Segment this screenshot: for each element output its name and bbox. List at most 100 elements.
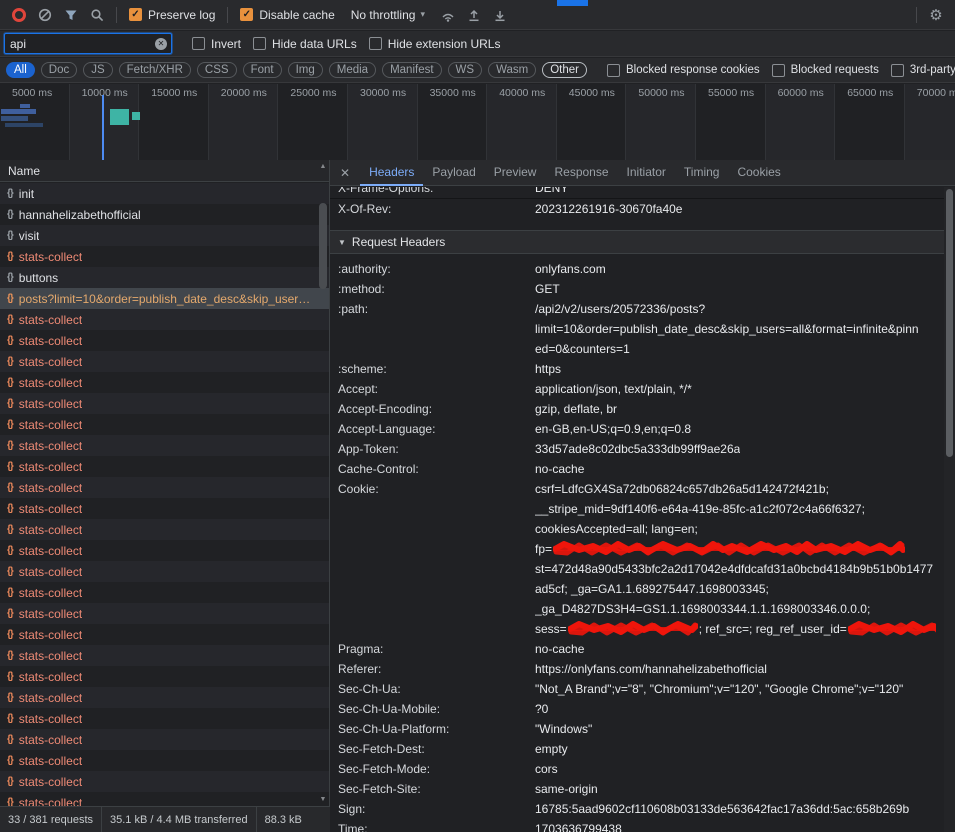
filter-chip-other[interactable]: Other (542, 62, 587, 78)
timeline-tick-label: 10000 ms (82, 87, 128, 99)
request-row[interactable]: {}stats-collect (0, 687, 329, 708)
tab-payload[interactable]: Payload (423, 160, 484, 186)
header-name: Accept: (338, 379, 535, 399)
script-file-icon: {} (7, 671, 13, 682)
header-row: :path:/api2/v2/users/20572336/posts?limi… (330, 299, 944, 359)
request-row[interactable]: {}stats-collect (0, 771, 329, 792)
blocked-requests-checkbox[interactable]: ✓ Blocked requests (772, 64, 879, 77)
blocked-response-cookies-checkbox[interactable]: ✓ Blocked response cookies (607, 64, 760, 77)
filter-icon[interactable] (58, 4, 84, 26)
network-overview-timeline[interactable]: 5000 ms10000 ms15000 ms20000 ms25000 ms3… (0, 84, 955, 161)
header-name: X-Frame-Options: (338, 187, 535, 198)
header-value: en-GB,en-US;q=0.9,en;q=0.8 (535, 419, 691, 439)
request-list-scrollbar[interactable]: ▲ ▼ (317, 161, 329, 805)
request-rows: {}init{}hannahelizabethofficial{}visit {}… (0, 183, 329, 806)
request-headers-section[interactable]: ▼ Request Headers (330, 230, 944, 254)
request-row[interactable]: {}stats-collect (0, 645, 329, 666)
clear-icon[interactable] (32, 4, 58, 26)
hide-extension-urls-checkbox[interactable]: ✓ Hide extension URLs (369, 37, 501, 51)
filter-chip-wasm[interactable]: Wasm (488, 62, 536, 78)
tab-response[interactable]: Response (545, 160, 617, 186)
scrollbar-thumb[interactable] (946, 189, 953, 457)
request-row[interactable]: {}stats-collect (0, 624, 329, 645)
header-value: empty (535, 739, 568, 759)
tab-initiator[interactable]: Initiator (618, 160, 675, 186)
script-file-icon: {} (7, 734, 13, 745)
request-row[interactable]: {}posts?limit=10&order=publish_date_desc… (0, 288, 329, 309)
filter-input[interactable] (5, 37, 155, 51)
export-har-icon[interactable] (487, 4, 513, 26)
close-icon[interactable]: ✕ (330, 166, 360, 180)
tab-preview[interactable]: Preview (485, 160, 546, 186)
timeline-tick-label: 30000 ms (360, 87, 406, 99)
request-row[interactable]: {}stats-collect (0, 435, 329, 456)
clear-filter-icon[interactable]: ✕ (155, 38, 167, 50)
header-name: Referer: (338, 659, 535, 679)
filter-chip-ws[interactable]: WS (448, 62, 483, 78)
record-icon[interactable] (6, 4, 32, 26)
name-column-header[interactable]: Name (0, 160, 329, 182)
request-row[interactable]: {}stats-collect (0, 477, 329, 498)
tab-timing[interactable]: Timing (675, 160, 729, 186)
request-row[interactable]: {}stats-collect (0, 603, 329, 624)
waterfall-bar (1, 116, 28, 121)
request-row[interactable]: {}stats-collect (0, 330, 329, 351)
scroll-down-icon[interactable]: ▼ (317, 796, 329, 803)
hide-data-urls-checkbox[interactable]: ✓ Hide data URLs (253, 37, 357, 51)
filter-chip-font[interactable]: Font (243, 62, 282, 78)
request-row[interactable]: {}stats-collect (0, 393, 329, 414)
request-row[interactable]: {}stats-collect (0, 666, 329, 687)
request-row[interactable]: {}stats-collect (0, 351, 329, 372)
scrollbar-thumb[interactable] (319, 203, 327, 289)
preserve-log-checkbox[interactable]: ✓ Preserve log (129, 8, 215, 22)
import-har-icon[interactable] (461, 4, 487, 26)
scroll-up-icon[interactable]: ▲ (317, 163, 329, 170)
search-icon[interactable] (84, 4, 110, 26)
filter-chip-media[interactable]: Media (329, 62, 376, 78)
value-text: /api2/v2/users/20572336/posts? (535, 302, 705, 316)
request-row[interactable]: {}stats-collect (0, 708, 329, 729)
request-row[interactable]: {}visit (0, 225, 329, 246)
script-file-icon: {} (7, 713, 13, 724)
request-row[interactable]: {}stats-collect (0, 792, 329, 806)
tab-headers[interactable]: Headers (360, 160, 423, 186)
request-row[interactable]: {}hannahelizabethofficial (0, 204, 329, 225)
request-row[interactable]: {}init (0, 183, 329, 204)
third-party-requests-checkbox[interactable]: ✓ 3rd-party requests (891, 64, 955, 77)
request-row[interactable]: {}stats-collect (0, 519, 329, 540)
filter-chip-fetch-xhr[interactable]: Fetch/XHR (119, 62, 191, 78)
request-row[interactable]: {}stats-collect (0, 372, 329, 393)
filter-chip-img[interactable]: Img (288, 62, 323, 78)
invert-checkbox[interactable]: ✓ Invert (192, 37, 241, 51)
disable-cache-checkbox[interactable]: ✓ Disable cache (240, 8, 334, 22)
request-row[interactable]: {}stats-collect (0, 414, 329, 435)
details-scrollbar[interactable] (944, 187, 955, 832)
filter-chip-all[interactable]: All (6, 62, 35, 78)
request-row[interactable]: {}stats-collect (0, 750, 329, 771)
header-name: :scheme: (338, 359, 535, 379)
request-row[interactable]: {}stats-collect (0, 582, 329, 603)
request-row[interactable]: {}buttons (0, 267, 329, 288)
filter-chip-manifest[interactable]: Manifest (382, 62, 441, 78)
request-row[interactable]: {}stats-collect (0, 456, 329, 477)
value-text: fp= (535, 542, 552, 556)
timeline-tick-label: 40000 ms (499, 87, 545, 99)
header-name: Cache-Control: (338, 459, 535, 479)
timeline-tick-label: 55000 ms (708, 87, 754, 99)
request-row[interactable]: {}stats-collect (0, 498, 329, 519)
request-row[interactable]: {} stats-collect (0, 729, 329, 750)
checkbox-checked: ✓ (129, 8, 142, 21)
request-row[interactable]: {}stats-collect (0, 309, 329, 330)
request-row[interactable]: {}stats-collect (0, 246, 329, 267)
request-row[interactable]: {}stats-collect (0, 561, 329, 582)
filter-chip-doc[interactable]: Doc (41, 62, 77, 78)
request-row[interactable]: {}stats-collect (0, 540, 329, 561)
filter-chip-css[interactable]: CSS (197, 62, 237, 78)
network-conditions-icon[interactable] (435, 4, 461, 26)
settings-gear-icon[interactable]: ⚙ (923, 4, 949, 26)
value-text: ad5cf; _ga=GA1.1.689275447.1698003345; (535, 582, 769, 596)
tab-cookies[interactable]: Cookies (728, 160, 789, 186)
throttling-select[interactable]: No throttling ▾ (351, 8, 425, 22)
filter-chip-js[interactable]: JS (83, 62, 112, 78)
request-name: stats-collect (19, 733, 82, 747)
